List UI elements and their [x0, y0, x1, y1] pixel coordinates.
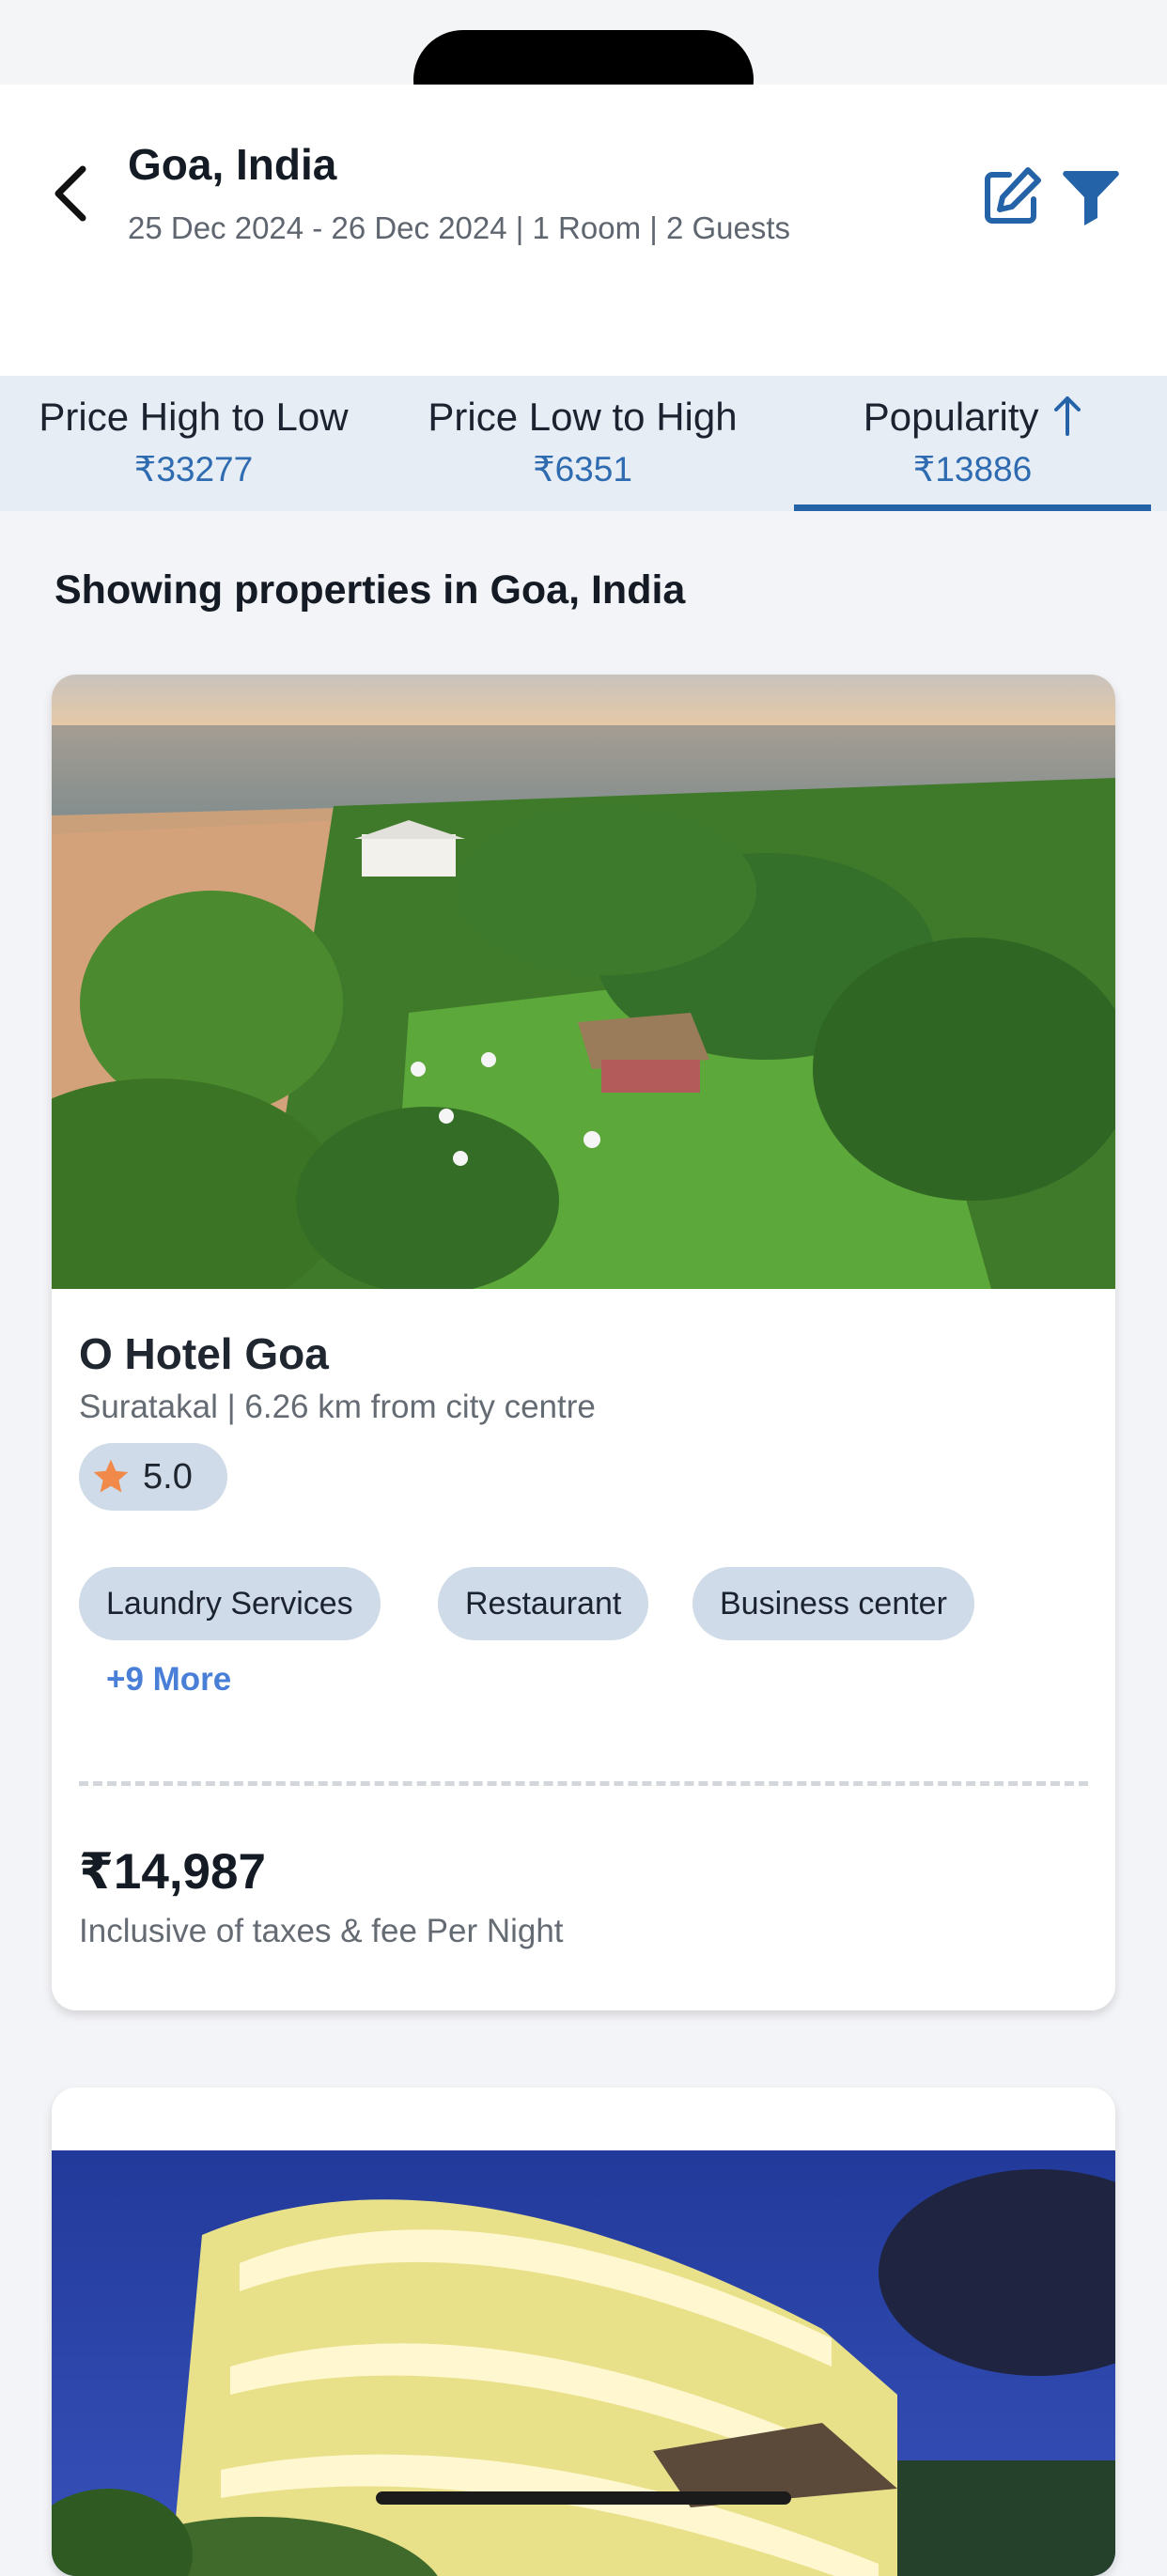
selected-tab-indicator: [794, 504, 1151, 511]
sort-tab-price: ₹6351: [533, 450, 632, 489]
sort-tab-price-high-to-low[interactable]: Price High to Low ₹33277: [15, 376, 372, 511]
hotel-card[interactable]: O Hotel Goa Suratakal | 6.26 km from cit…: [52, 675, 1115, 2010]
more-amenities-link[interactable]: +9 More: [106, 1661, 231, 1699]
search-summary: 25 Dec 2024 - 26 Dec 2024 | 1 Room | 2 G…: [128, 210, 791, 245]
home-indicator: [376, 2491, 791, 2505]
arrow-up-icon: [1054, 396, 1081, 436]
amenity-chip: Restaurant: [438, 1567, 649, 1640]
dashed-divider: [79, 1781, 1088, 1786]
destination-title: Goa, India: [128, 140, 337, 189]
sort-tab-price-low-to-high[interactable]: Price Low to High ₹6351: [404, 376, 761, 511]
sort-tab-price: ₹33277: [133, 450, 254, 489]
sort-bar: Price High to Low ₹33277 Price Low to Hi…: [0, 376, 1167, 511]
edit-icon: [985, 167, 1041, 224]
hotel-price: ₹14,987: [79, 1844, 266, 1900]
rating-badge: 5.0: [79, 1443, 227, 1511]
back-button[interactable]: [38, 160, 105, 227]
sort-tab-label: Popularity: [863, 395, 1039, 439]
filter-icon: [1063, 171, 1119, 225]
star-icon: [93, 1459, 129, 1493]
sort-tab-label: Price High to Low: [39, 395, 349, 439]
section-title: Showing properties in Goa, India: [54, 567, 686, 613]
chevron-left-icon: [54, 165, 86, 222]
hotel-location: Suratakal | 6.26 km from city centre: [79, 1389, 596, 1425]
search-header: Goa, India 25 Dec 2024 - 26 Dec 2024 | 1…: [0, 85, 1167, 376]
sort-tab-popularity[interactable]: Popularity ₹13886: [794, 376, 1151, 511]
price-note: Inclusive of taxes & fee Per Night: [79, 1913, 564, 1949]
sort-tab-label: Price Low to High: [428, 395, 738, 439]
rating-value: 5.0: [143, 1456, 193, 1497]
hotel-photo: [52, 675, 1115, 1289]
hotel-name: O Hotel Goa: [79, 1329, 329, 1378]
amenity-chip: Laundry Services: [79, 1567, 381, 1640]
sort-tab-label-row: Popularity: [794, 395, 1151, 440]
amenity-chip: Business center: [692, 1567, 974, 1640]
filter-button[interactable]: [1062, 165, 1120, 227]
edit-search-button[interactable]: [981, 165, 1043, 227]
sort-tab-price: ₹13886: [912, 450, 1033, 489]
